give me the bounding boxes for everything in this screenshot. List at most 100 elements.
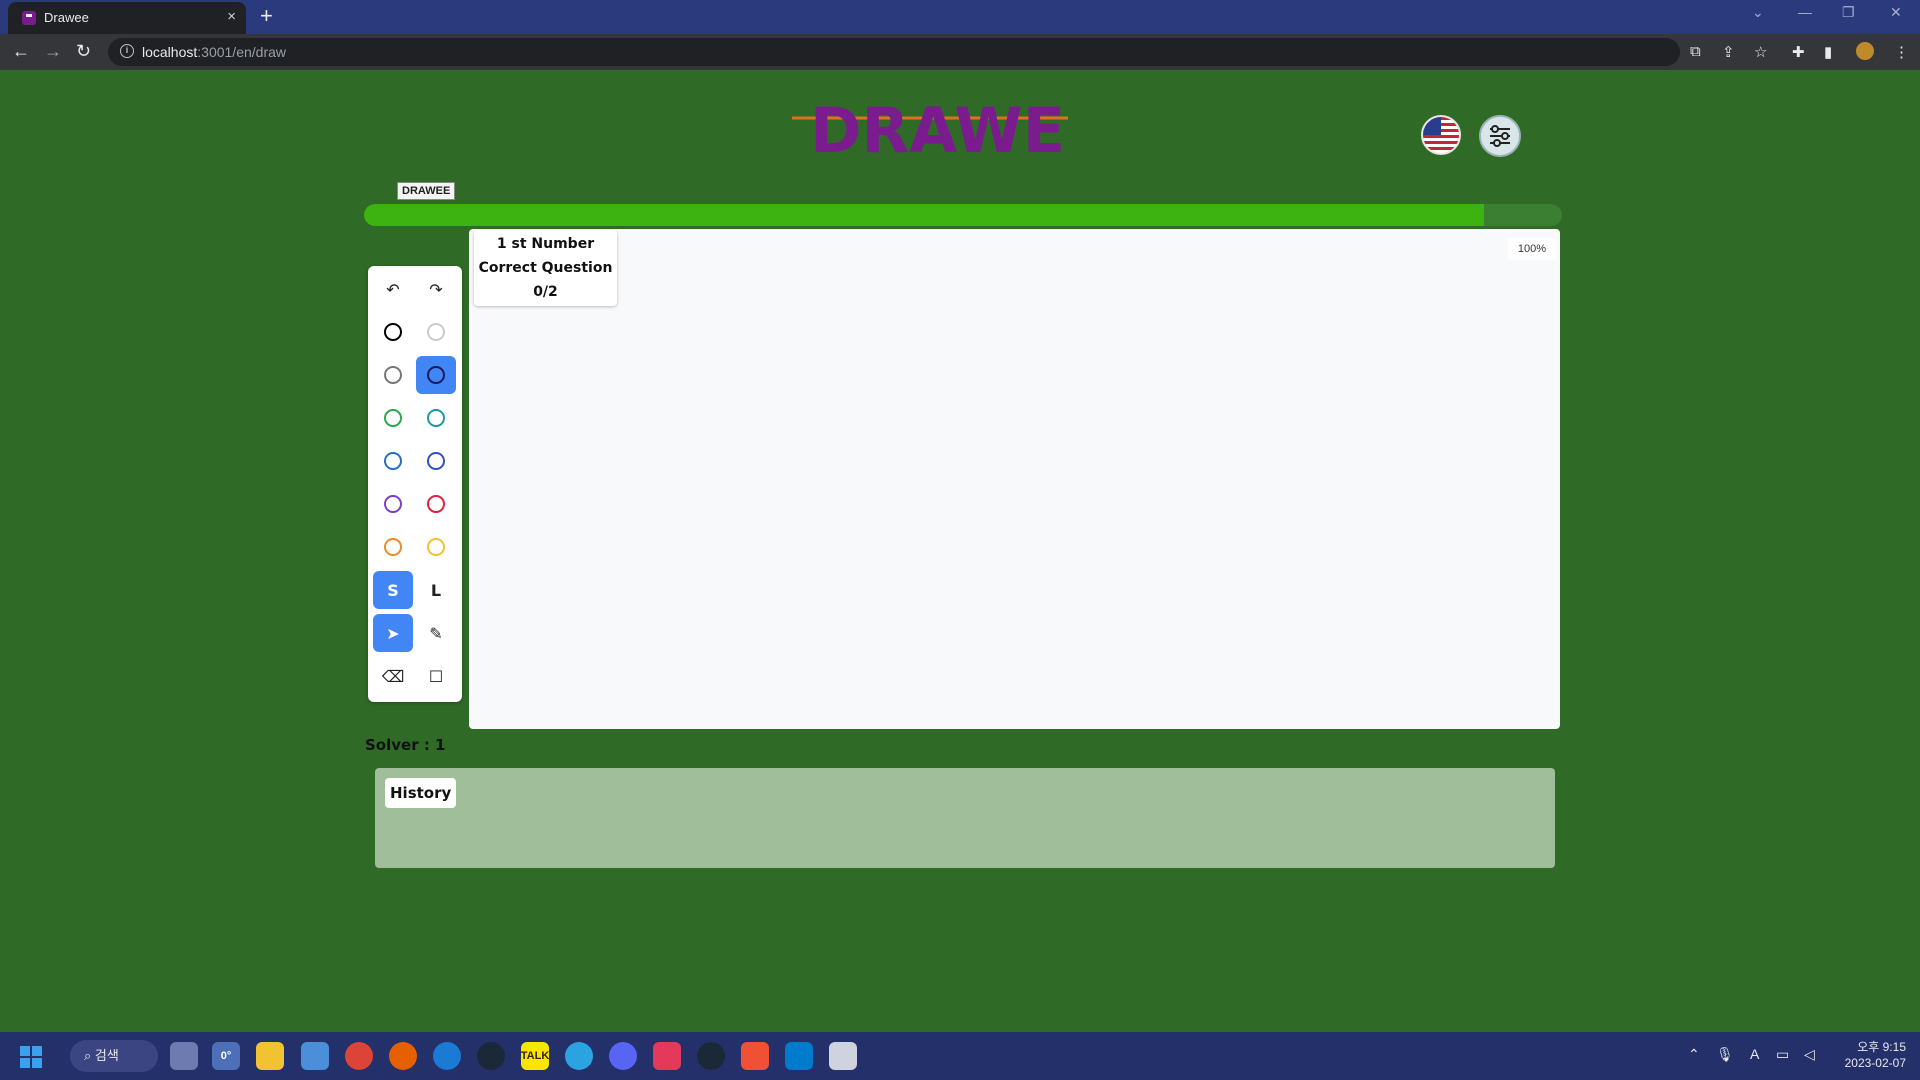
weather-icon[interactable]: 0° (212, 1042, 240, 1070)
color-red-button[interactable] (416, 485, 456, 523)
color-swatch-green (384, 409, 402, 427)
color-purple-button[interactable] (373, 485, 413, 523)
taskbar-clock[interactable]: 오후 9:15 2023-02-07 (1830, 1039, 1906, 1071)
address-bar[interactable]: i localhost:3001/en/draw (108, 38, 1680, 66)
color-gray-button[interactable] (373, 356, 413, 394)
kakaotalk-icon[interactable]: TALK (521, 1042, 549, 1070)
tab-title: Drawee (44, 10, 89, 25)
color-teal-button[interactable] (416, 399, 456, 437)
drawing-toolbar: ↶ ↷ S L ➤ ✎ ⌫ ☐ (368, 266, 462, 702)
language-flag-us-icon[interactable] (1421, 115, 1461, 155)
task-view-icon[interactable] (170, 1042, 198, 1070)
url-text[interactable]: localhost:3001/en/draw (142, 44, 286, 60)
size-large-label: L (430, 580, 442, 600)
minimize-icon[interactable]: — (1798, 4, 1812, 20)
question-number: 1 st Number (496, 236, 595, 252)
redo-icon: ↷ (429, 279, 443, 299)
rectangle-tool-button[interactable]: ☐ (416, 657, 456, 695)
select-tool-button[interactable]: ➤ (373, 614, 413, 652)
steam-icon[interactable] (477, 1042, 505, 1070)
open-external-icon[interactable]: ⧉ (1690, 43, 1701, 60)
color-green-button[interactable] (373, 399, 413, 437)
clock-date: 2023-02-07 (1844, 1056, 1906, 1070)
vscode-insiders-icon[interactable] (301, 1042, 329, 1070)
windows-start-icon[interactable] (20, 1046, 42, 1068)
settings-button[interactable] (1479, 115, 1521, 157)
color-swatch-darkblue (427, 366, 445, 384)
drawing-canvas[interactable] (469, 229, 1560, 729)
timer-progress-bar (364, 204, 1562, 226)
color-swatch-orange (384, 538, 402, 556)
telegram-icon[interactable] (565, 1042, 593, 1070)
zoom-level[interactable]: 100% (1508, 238, 1556, 260)
extensions-icon[interactable]: ✚ (1792, 43, 1805, 61)
pencil-icon: ✎ (429, 623, 443, 643)
eraser-tool-button[interactable]: ⌫ (373, 657, 413, 695)
firefox-icon[interactable] (389, 1042, 417, 1070)
color-lightgray-button[interactable] (416, 313, 456, 351)
redo-button[interactable]: ↷ (416, 270, 456, 308)
profile-avatar-icon[interactable] (1856, 42, 1874, 60)
file-explorer-icon[interactable] (256, 1042, 284, 1070)
os-taskbar: ⌕ 검색 0° TALK ⌃ 🎙 A ▭ ◁ 오후 9:15 2023-02-0… (0, 1032, 1920, 1080)
size-small-label: S (387, 580, 399, 600)
chrome-icon[interactable] (345, 1042, 373, 1070)
question-score: 0/2 (533, 284, 558, 300)
color-swatch-teal (427, 409, 445, 427)
git-icon[interactable] (741, 1042, 769, 1070)
color-orange-button[interactable] (373, 528, 413, 566)
sliders-icon (1490, 125, 1510, 147)
tab-close-icon[interactable]: × (227, 8, 236, 25)
history-panel: History (375, 768, 1555, 868)
taskbar-search[interactable]: ⌕ 검색 (70, 1040, 158, 1072)
edge-icon[interactable] (433, 1042, 461, 1070)
color-darkblue-button[interactable] (416, 356, 456, 394)
side-panel-icon[interactable]: ▮ (1824, 43, 1832, 61)
question-card: 1 st Number Correct Question 0/2 (474, 230, 617, 306)
menu-kebab-icon[interactable]: ⋮ (1894, 43, 1909, 61)
color-black-button[interactable] (373, 313, 413, 351)
color-swatch-purple (384, 495, 402, 513)
browser-toolbar: ← → ↻ i localhost:3001/en/draw ⧉ ⇪ ☆ ✚ ▮… (0, 34, 1920, 70)
discord-icon[interactable] (609, 1042, 637, 1070)
color-swatch-red (427, 495, 445, 513)
undo-button[interactable]: ↶ (373, 270, 413, 308)
browser-tab-strip: Drawee × + ⌄ — ❐ ✕ (0, 0, 1920, 34)
snipping-tool-icon[interactable] (829, 1042, 857, 1070)
reload-icon[interactable]: ↻ (76, 41, 91, 62)
steam-secondary-icon[interactable] (697, 1042, 725, 1070)
drawee-logo: DRAWEE (792, 94, 1070, 167)
microphone-icon[interactable]: 🎙 (1716, 1046, 1734, 1063)
solver-count: Solver : 1 (365, 736, 446, 754)
vscode-icon[interactable] (785, 1042, 813, 1070)
restore-icon[interactable]: ❐ (1842, 4, 1855, 21)
brush-size-small-button[interactable]: S (373, 571, 413, 609)
brush-size-large-button[interactable]: L (416, 571, 456, 609)
volume-icon[interactable]: ◁ (1804, 1046, 1815, 1063)
window-close-icon[interactable]: ✕ (1890, 4, 1902, 21)
pen-tool-button[interactable]: ✎ (416, 614, 456, 652)
color-yellow-button[interactable] (416, 528, 456, 566)
history-label: History (385, 778, 457, 808)
color-blue-button[interactable] (373, 442, 413, 480)
forward-icon[interactable]: → (44, 41, 62, 62)
site-info-icon[interactable]: i (120, 44, 134, 58)
ime-indicator[interactable]: A (1750, 1046, 1759, 1062)
new-tab-button[interactable]: + (260, 3, 273, 29)
clock-time: 오후 9:15 (1857, 1040, 1906, 1054)
undo-icon: ↶ (386, 279, 400, 299)
color-indigo-button[interactable] (416, 442, 456, 480)
tab-search-icon[interactable]: ⌄ (1752, 4, 1764, 21)
question-title: Correct Question (478, 260, 613, 276)
tab-drawee[interactable]: Drawee × (8, 2, 246, 34)
back-icon[interactable]: ← (12, 41, 30, 62)
share-icon[interactable]: ⇪ (1722, 43, 1735, 61)
square-icon: ☐ (428, 666, 444, 686)
network-icon[interactable]: ▭ (1776, 1046, 1789, 1063)
tray-chevron-icon[interactable]: ⌃ (1688, 1046, 1700, 1063)
bookmark-star-icon[interactable]: ☆ (1754, 43, 1767, 61)
progress-fill (364, 204, 1485, 226)
media-app-icon[interactable] (653, 1042, 681, 1070)
color-swatch-black (384, 323, 402, 341)
color-swatch-yellow (427, 538, 445, 556)
